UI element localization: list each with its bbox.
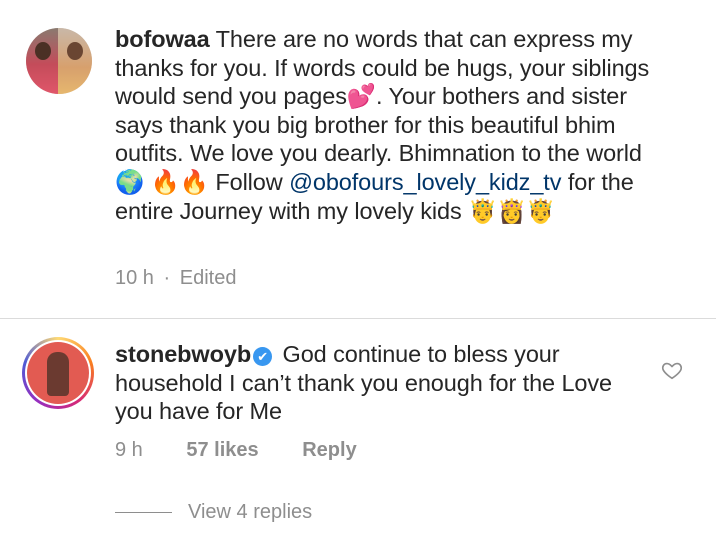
view-replies-label: View 4 replies <box>188 501 313 523</box>
avatar-right-person <box>58 28 92 94</box>
comment-meta: 9 h 57 likes Reply <box>115 439 395 462</box>
reply-button[interactable]: Reply <box>302 439 356 461</box>
replies-line <box>115 512 172 514</box>
timestamp[interactable]: 10 h <box>115 267 154 289</box>
avatar-person <box>47 352 69 396</box>
edited-label: Edited <box>179 267 237 289</box>
comment-text: bofowaa There are no words that can expr… <box>115 25 675 225</box>
username-link[interactable]: bofowaa <box>115 26 210 52</box>
timestamp[interactable]: 9 h <box>115 439 143 461</box>
comment-text: stonebwoyb ✔ God continue to bless your h… <box>115 340 635 426</box>
mention-link[interactable]: @obofours_lovely_kidz_tv <box>289 169 561 195</box>
avatar-face <box>67 42 83 60</box>
comment-bofowaa: bofowaa There are no words that can expr… <box>0 0 716 318</box>
view-replies-button[interactable]: View 4 replies <box>115 501 312 524</box>
meta-separator: · <box>163 267 171 289</box>
username-link[interactable]: stonebwoyb <box>115 341 251 367</box>
avatar[interactable] <box>26 28 92 94</box>
avatar-face <box>35 42 51 60</box>
avatar[interactable] <box>27 342 89 404</box>
comment-meta: 10 h · Edited <box>115 267 274 290</box>
likes-count[interactable]: 57 likes <box>186 439 258 461</box>
comment-stonebwoyb: stonebwoyb ✔ God continue to bless your h… <box>0 319 716 541</box>
heart-outline-icon[interactable] <box>661 359 683 381</box>
avatar-left-person <box>26 28 60 94</box>
verified-badge-icon: ✔ <box>253 347 273 366</box>
